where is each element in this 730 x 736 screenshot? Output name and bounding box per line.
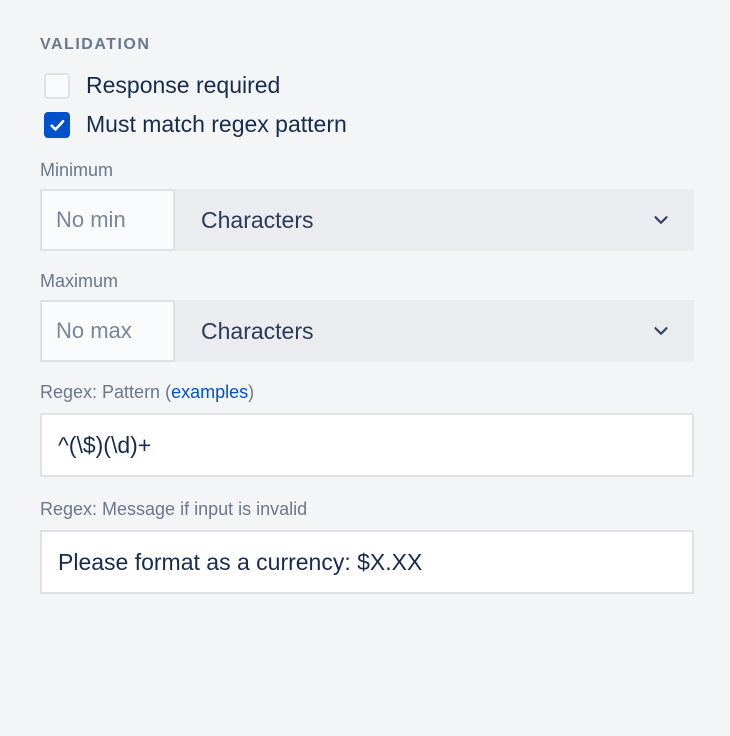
maximum-unit-select[interactable]: Characters [175,300,694,362]
chevron-down-icon [650,320,672,342]
minimum-group: Minimum Characters [40,160,694,251]
maximum-group: Maximum Characters [40,271,694,362]
maximum-label: Maximum [40,271,694,292]
regex-pattern-input[interactable] [40,413,694,477]
regex-pattern-label-suffix: ) [248,382,254,402]
regex-message-input[interactable] [40,530,694,594]
regex-pattern-label-prefix: Regex: Pattern ( [40,382,171,402]
examples-link[interactable]: examples [171,382,248,402]
must-match-regex-row: Must match regex pattern [44,111,694,138]
maximum-input[interactable] [40,300,175,362]
minimum-input-row: Characters [40,189,694,251]
check-icon [48,116,66,134]
chevron-down-icon [650,209,672,231]
response-required-row: Response required [44,72,694,99]
validation-section-title: VALIDATION [40,36,694,54]
response-required-label: Response required [86,72,280,99]
checkbox-group: Response required Must match regex patte… [40,72,694,138]
minimum-input[interactable] [40,189,175,251]
maximum-unit-text: Characters [201,318,313,345]
response-required-checkbox[interactable] [44,73,70,99]
regex-pattern-label-row: Regex: Pattern (examples) [40,382,694,403]
regex-pattern-group: Regex: Pattern (examples) [40,382,694,499]
minimum-unit-text: Characters [201,207,313,234]
minimum-unit-select[interactable]: Characters [175,189,694,251]
regex-message-label: Regex: Message if input is invalid [40,499,694,520]
must-match-regex-checkbox[interactable] [44,112,70,138]
minimum-label: Minimum [40,160,694,181]
regex-message-group: Regex: Message if input is invalid [40,499,694,616]
must-match-regex-label: Must match regex pattern [86,111,347,138]
maximum-input-row: Characters [40,300,694,362]
